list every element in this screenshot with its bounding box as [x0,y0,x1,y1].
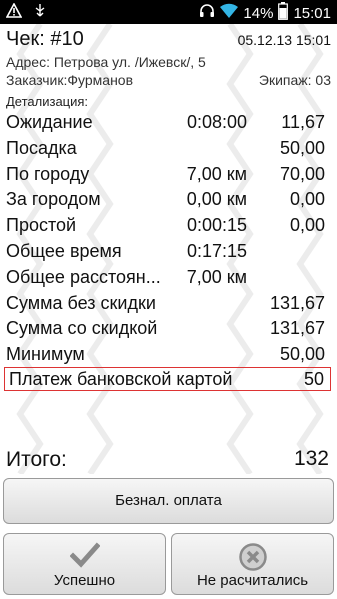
card-payment-row[interactable]: Платеж банковской картой 50 [4,367,331,391]
battery-percent: 14% [243,4,274,22]
card-payment-amount: 50 [303,369,324,389]
battery-icon [278,2,289,24]
row-label: Минимум [6,344,85,365]
success-button[interactable]: Успешно [3,533,166,595]
detail-row: Ожидание 0:08:00 11,67 [0,110,337,136]
row-quantity: 0:17:15 [186,240,247,261]
row-label: Общее время [6,240,122,261]
row-label: Общее расстоян... [6,266,161,287]
detail-row: Простой 0:00:15 0,00 [0,213,337,239]
row-quantity: 7,00 км [186,163,247,184]
status-bar: 14% 15:01 [0,0,337,24]
row-amount: 0,00 [289,189,325,210]
usb-icon [32,3,48,24]
row-quantity: 0:08:00 [186,112,247,132]
receipt-title: Чек: #10 [6,28,84,50]
detail-list: Ожидание 0:08:00 11,67 Посадка 50,00 По … [0,110,337,368]
system-icons: 14% 15:01 [199,2,331,24]
wifi-icon [220,3,239,23]
total-label: Итого: [6,448,67,471]
row-label: Ожидание [6,112,93,132]
detail-row: За городом 0,00 км 0,00 [0,187,337,213]
detail-row: Общее время 0:17:15 [0,239,337,265]
row-label: Посадка [6,137,77,158]
row-label: Простой [6,215,77,236]
receipt-panel: Чек: #10 05.12.13 15:01 Адрес: Петрова у… [0,24,337,474]
success-button-label: Успешно [53,572,116,589]
row-quantity: 0,00 км [186,189,247,210]
detail-row: Сумма без скидки 131,67 [0,291,337,317]
detail-heading: Детализация: [6,94,89,109]
not-paid-button-label: Не расчитались [196,572,309,589]
total-amount: 132 [293,447,329,470]
receipt-crew: Экипаж: 03 [258,72,331,88]
headset-icon [199,3,215,23]
warning-icon [5,2,23,24]
row-label: Сумма со скидкой [6,318,158,339]
row-amount: 131,67 [269,292,325,313]
row-quantity: 7,00 км [186,266,247,287]
checkmark-icon [68,542,101,572]
row-amount: 50,00 [279,137,325,158]
receipt-address: Адрес: Петрова ул. /Ижевск/, 5 [6,54,206,70]
row-amount: 50,00 [279,344,325,365]
clock: 15:01 [293,4,331,22]
total-row: Итого: 132 [0,446,337,474]
receipt-date: 05.12.13 15:01 [237,32,331,48]
detail-row: Посадка 50,00 [0,136,337,162]
detail-row: Минимум 50,00 [0,342,337,368]
receipt-customer: Заказчик:Фурманов [6,72,134,88]
row-amount: 0,00 [289,215,325,236]
row-label: Сумма без скидки [6,292,156,313]
row-amount: 11,67 [281,112,325,132]
row-quantity: 0:00:15 [186,215,247,236]
cancel-circle-icon [238,542,268,576]
row-label: За городом [6,189,101,210]
detail-row: Общее расстоян... 7,00 км [0,265,337,291]
notification-icons [5,2,48,24]
detail-row: Сумма со скидкой 131,67 [0,316,337,342]
cashless-payment-button[interactable]: Безнал. оплата [3,478,334,524]
not-paid-button[interactable]: Не расчитались [171,533,334,595]
row-amount: 131,67 [269,318,325,339]
card-payment-label: Платеж банковской картой [9,369,233,389]
row-label: По городу [6,163,90,184]
row-amount: 70,00 [279,163,325,184]
detail-row: По городу 7,00 км 70,00 [0,162,337,188]
